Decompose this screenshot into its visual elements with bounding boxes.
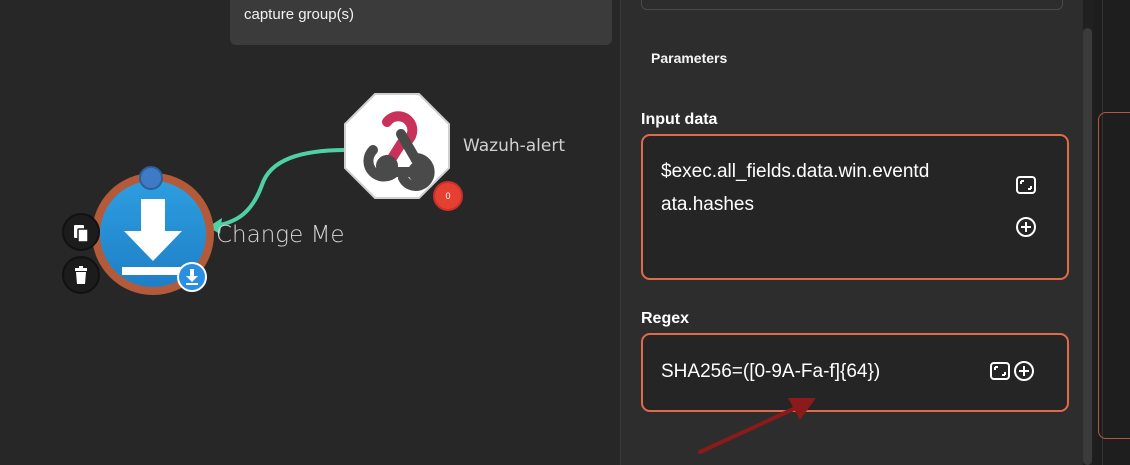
notification-badge[interactable]: 0 xyxy=(433,181,463,211)
delete-button[interactable] xyxy=(62,256,100,294)
workflow-canvas[interactable]: capture group(s) Wazuh-alert 0 Change Me xyxy=(0,0,620,465)
action-node-label: Change Me xyxy=(216,222,345,248)
copy-icon xyxy=(74,225,89,243)
input-data-value-line2: ata.hashes xyxy=(661,194,754,215)
input-data-label: Input data xyxy=(641,111,718,128)
webhook-node[interactable] xyxy=(343,92,451,200)
expand-icon[interactable] xyxy=(1015,174,1037,196)
section-title: Parameters xyxy=(651,50,728,66)
download-badge-icon xyxy=(177,262,207,292)
webhook-node-label: Wazuh-alert xyxy=(463,136,565,156)
scrollbar-thumb[interactable] xyxy=(1083,28,1092,465)
annotation-arrow xyxy=(698,398,816,454)
add-variable-icon[interactable] xyxy=(1013,360,1035,382)
expand-icon[interactable] xyxy=(989,360,1011,382)
webhook-icon xyxy=(344,93,450,199)
side-panel-frame xyxy=(1098,112,1130,439)
regex-label: Regex xyxy=(641,310,690,327)
input-data-value-line1: $exec.all_fields.data.win.eventd xyxy=(661,161,930,182)
node-connector-handle[interactable] xyxy=(139,166,163,190)
copy-button[interactable] xyxy=(62,213,100,251)
input-data-field[interactable]: $exec.all_fields.data.win.eventd ata.has… xyxy=(641,134,1069,280)
regex-value: SHA256=([0-9A-Fa-f]{64}) xyxy=(661,361,881,382)
add-variable-icon[interactable] xyxy=(1015,216,1037,238)
name-input[interactable] xyxy=(641,0,1063,10)
trash-icon xyxy=(75,266,87,284)
